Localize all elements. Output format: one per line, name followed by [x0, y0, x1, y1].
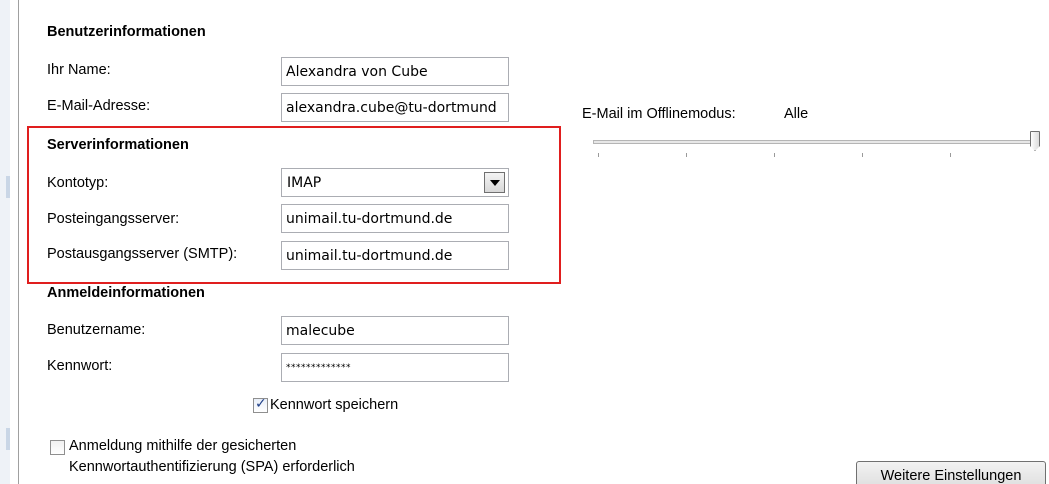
username-label: Benutzername: [47, 322, 146, 338]
slider-tick [686, 153, 687, 157]
remember-password-label: Kennwort speichern [270, 397, 399, 413]
offline-mode-label: E-Mail im Offlinemodus: [582, 106, 736, 122]
account-settings-panel: Benutzerinformationen Ihr Name: Alexandr… [0, 0, 1049, 484]
incoming-server-input[interactable]: unimail.tu-dortmund.de [281, 204, 509, 233]
edge-marker [6, 176, 10, 198]
offline-mode-value: Alle [784, 106, 809, 122]
edge-marker [6, 428, 10, 450]
offline-mode-slider-track[interactable] [593, 140, 1038, 144]
window-left-edge [0, 0, 10, 484]
server-info-title: Serverinformationen [47, 137, 189, 153]
offline-mode-slider-thumb[interactable] [1030, 131, 1040, 151]
incoming-server-label: Posteingangsserver: [47, 211, 180, 227]
window-divider [18, 0, 19, 484]
slider-tick [774, 153, 775, 157]
slider-tick [862, 153, 863, 157]
more-settings-button[interactable]: Weitere Einstellungen [856, 461, 1046, 484]
login-info-title: Anmeldeinformationen [47, 285, 205, 301]
password-input[interactable]: ************* [281, 353, 509, 382]
remember-password-checkbox[interactable]: ✓ [253, 396, 268, 413]
name-input[interactable]: Alexandra von Cube [281, 57, 509, 86]
password-label: Kennwort: [47, 358, 113, 374]
spa-checkbox[interactable] [50, 440, 65, 455]
account-type-label: Kontotyp: [47, 175, 109, 191]
chevron-down-icon[interactable] [484, 172, 505, 193]
slider-tick [950, 153, 951, 157]
account-type-select[interactable]: IMAP [281, 168, 509, 197]
username-input[interactable]: malecube [281, 316, 509, 345]
spa-label-line1: Anmeldung mithilfe der gesicherten [69, 438, 297, 454]
checkmark-icon: ✓ [255, 396, 267, 412]
slider-tick [598, 153, 599, 157]
name-label: Ihr Name: [47, 62, 111, 78]
spa-label-line2: Kennwortauthentifizierung (SPA) erforder… [69, 459, 355, 475]
outgoing-server-input[interactable]: unimail.tu-dortmund.de [281, 241, 509, 270]
email-label: E-Mail-Adresse: [47, 98, 151, 114]
account-type-value: IMAP [287, 175, 322, 191]
email-input[interactable]: alexandra.cube@tu-dortmund [281, 93, 509, 122]
outgoing-server-label: Postausgangsserver (SMTP): [47, 246, 238, 262]
user-info-title: Benutzerinformationen [47, 24, 206, 40]
